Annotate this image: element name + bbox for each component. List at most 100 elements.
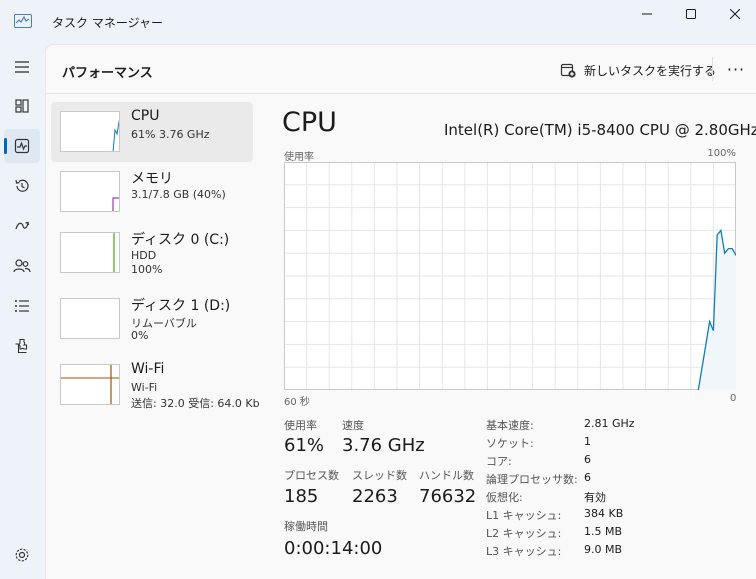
spec-key: L1 キャッシュ: [486, 509, 562, 522]
spec-row: コア: 6 [486, 453, 726, 471]
spec-key: コア: [486, 455, 512, 468]
header-divider [712, 57, 713, 81]
resource-detail-2: 送信: 32.0 受信: 64.0 Kb [131, 397, 260, 410]
spec-row: 論理プロセッサ数: 6 [486, 471, 726, 489]
window-title: タスク マネージャー [52, 16, 163, 30]
settings-icon [15, 548, 29, 562]
spec-key: L2 キャッシュ: [486, 527, 562, 540]
spec-value: 1 [584, 435, 591, 448]
nav-settings[interactable] [4, 538, 40, 572]
run-task-label: 新しいタスクを実行する [584, 63, 717, 78]
maximize-button[interactable] [668, 0, 714, 28]
threads-label: スレッド数 [352, 469, 407, 482]
cpu-usage-graph [284, 162, 736, 390]
more-options-button[interactable]: ··· [722, 57, 750, 81]
resource-item-cpu[interactable]: CPU 61% 3.76 GHz [51, 102, 253, 162]
handles-label: ハンドル数 [419, 469, 474, 482]
threads-value: 2263 [352, 486, 398, 507]
spec-row: 基本速度: 2.81 GHz [486, 417, 726, 435]
nav-users[interactable] [4, 249, 40, 283]
uptime-label: 稼働時間 [284, 520, 328, 533]
graph-label: 使用率 [284, 152, 314, 163]
spec-value: 1.5 MB [584, 525, 623, 538]
resource-item-disk-0[interactable]: ディスク 0 (C:) HDD 100% [51, 223, 253, 283]
run-new-task-button[interactable]: 新しいタスクを実行する [560, 59, 716, 81]
spec-value: 384 KB [584, 507, 624, 520]
app-history-icon [15, 179, 29, 192]
resource-item-disk-1[interactable]: ディスク 1 (D:) リムーバブル 0% [51, 289, 253, 349]
run-task-icon [560, 63, 576, 78]
more-options-icon: ··· [726, 59, 746, 79]
nav-startup-apps[interactable] [4, 209, 40, 243]
resource-name: ディスク 0 (C:) [131, 232, 230, 248]
resource-name: Wi-Fi [131, 361, 165, 377]
performance-icon [14, 138, 30, 154]
spec-row: L2 キャッシュ: 1.5 MB [486, 525, 726, 543]
detail-title: CPU [282, 107, 337, 138]
spec-key: 基本速度: [486, 419, 534, 432]
content-panel: パフォーマンス 新しいタスクを実行する ··· CPU 61% 3.76 GHz… [45, 44, 756, 579]
resource-detail: Wi-Fi [131, 381, 158, 394]
resource-detail-2: 0% [131, 329, 149, 342]
spec-row: L1 キャッシュ: 384 KB [486, 507, 726, 525]
close-button[interactable] [712, 0, 756, 28]
cpu-mini-graph [60, 111, 120, 152]
page-title: パフォーマンス [62, 66, 153, 81]
resource-detail-2: 100% [131, 263, 163, 276]
services-icon [15, 338, 28, 354]
page-header: パフォーマンス 新しいタスクを実行する ··· [46, 45, 756, 94]
nav-app-history[interactable] [4, 169, 40, 203]
disk0-mini-graph [60, 232, 120, 273]
wifi-mini-graph [60, 364, 120, 405]
usage-label: 使用率 [284, 419, 317, 432]
graph-axis-right: 0 [730, 393, 737, 404]
startup-apps-icon [15, 221, 30, 230]
spec-value: 9.0 MB [584, 543, 623, 556]
nav-performance[interactable] [4, 129, 40, 163]
handles-value: 76632 [419, 486, 477, 507]
minimize-button[interactable] [624, 0, 670, 28]
spec-value: 有効 [584, 491, 606, 504]
users-icon [13, 259, 31, 273]
spec-value: 2.81 GHz [584, 417, 635, 430]
processes-label: プロセス数 [284, 469, 339, 482]
spec-row: L3 キャッシュ: 9.0 MB [486, 543, 726, 561]
speed-label: 速度 [342, 419, 364, 432]
resource-detail: 61% 3.76 GHz [131, 128, 210, 141]
cpu-model-name: Intel(R) Core(TM) i5-8400 CPU @ 2.80GHz [444, 121, 756, 139]
close-icon [730, 9, 740, 19]
hamburger-menu-button[interactable] [4, 50, 40, 84]
usage-value: 61% [284, 435, 325, 456]
resource-detail: 3.1/7.8 GB (40%) [131, 188, 226, 201]
maximize-icon [686, 9, 696, 19]
graph-max-label: 100% [707, 148, 736, 159]
graph-axis-left: 60 秒 [284, 397, 310, 408]
spec-value: 6 [584, 471, 591, 484]
spec-row: 仮想化: 有効 [486, 489, 726, 507]
resource-name: メモリ [131, 171, 173, 187]
spec-key: L3 キャッシュ: [486, 545, 562, 558]
title-bar: タスク マネージャー [0, 0, 756, 44]
task-manager-app-icon [14, 14, 32, 28]
nav-details[interactable] [4, 289, 40, 323]
nav-processes[interactable] [4, 89, 40, 123]
disk1-mini-graph [60, 298, 120, 339]
processes-icon [15, 99, 29, 113]
spec-value: 6 [584, 453, 591, 466]
spec-key: 論理プロセッサ数: [486, 473, 578, 486]
resource-name: ディスク 1 (D:) [131, 298, 231, 314]
nav-services[interactable] [4, 329, 40, 363]
resource-name: CPU [131, 108, 160, 124]
spec-key: ソケット: [486, 437, 534, 450]
hamburger-menu-icon [15, 61, 29, 73]
resource-item-memory[interactable]: メモリ 3.1/7.8 GB (40%) [51, 162, 253, 222]
minimize-icon [642, 13, 652, 15]
memory-mini-graph [60, 171, 120, 212]
processes-value: 185 [284, 486, 319, 507]
uptime-value: 0:00:14:00 [284, 538, 383, 559]
navigation-rail [0, 44, 44, 579]
details-icon [15, 300, 29, 312]
resource-item-wifi[interactable]: Wi-Fi Wi-Fi 送信: 32.0 受信: 64.0 Kb [51, 355, 260, 415]
spec-key: 仮想化: [486, 491, 523, 504]
speed-value: 3.76 GHz [342, 435, 425, 456]
